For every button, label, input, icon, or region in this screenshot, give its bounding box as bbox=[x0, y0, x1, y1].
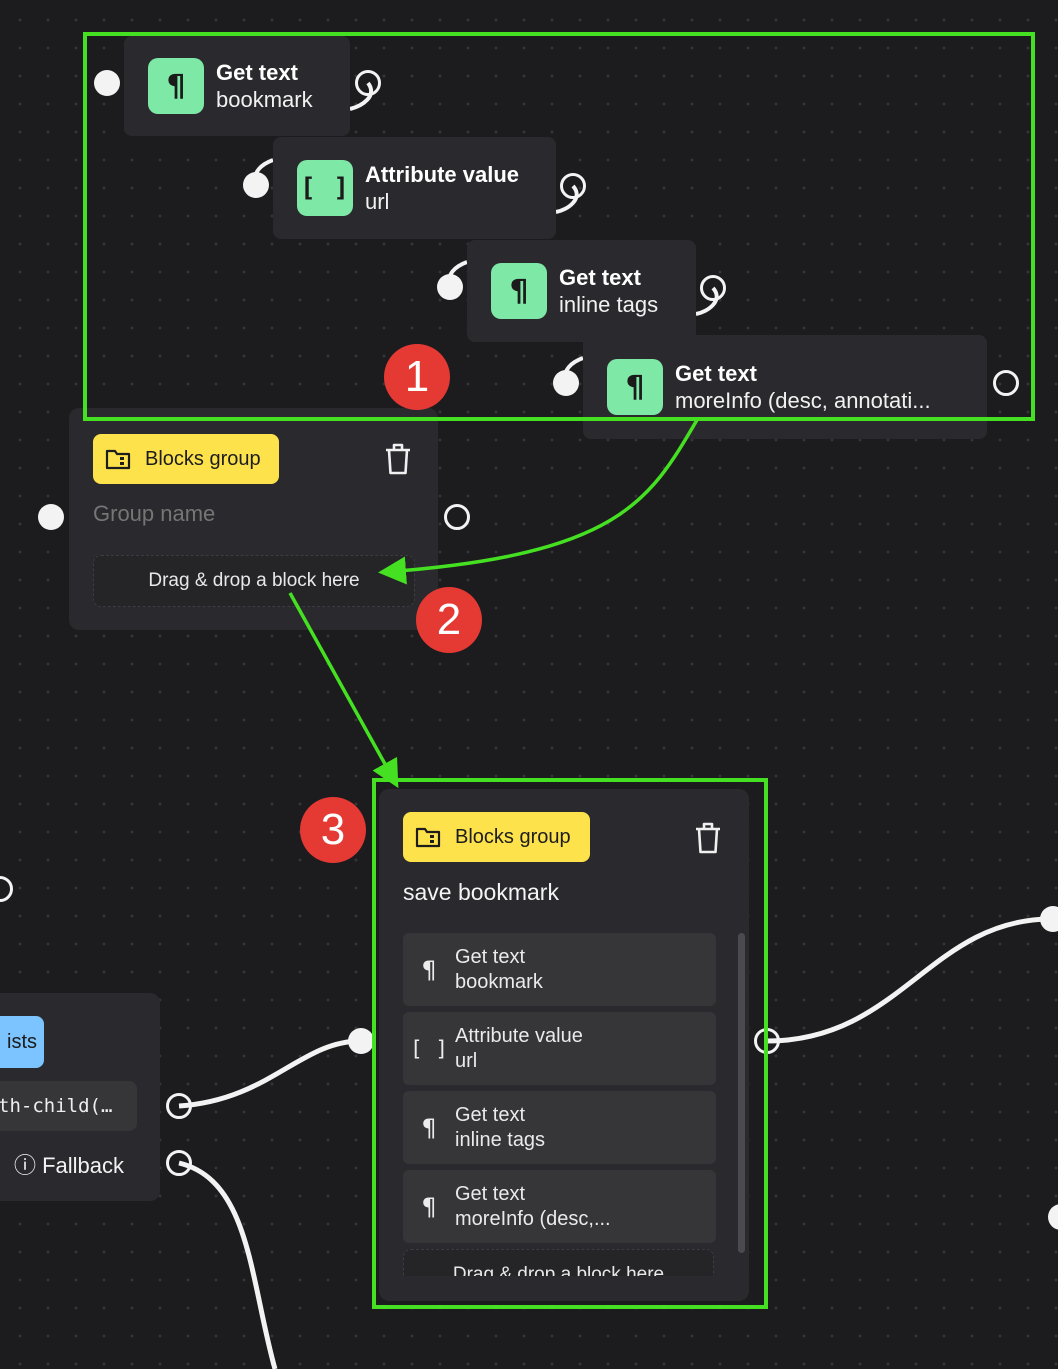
input-handle[interactable] bbox=[437, 274, 463, 300]
output-handle[interactable] bbox=[700, 275, 726, 301]
group-dropzone-clip: Drag & drop a block here bbox=[403, 1249, 716, 1276]
step-marker-2: 2 bbox=[416, 587, 482, 653]
item-subtitle: url bbox=[455, 1049, 478, 1072]
input-handle[interactable] bbox=[348, 1028, 374, 1054]
output-handle[interactable] bbox=[993, 370, 1019, 396]
group-item-attribute-value-url[interactable]: [ ] Attribute value url bbox=[403, 1012, 716, 1085]
node-subtitle: url bbox=[365, 189, 390, 214]
output-handle[interactable] bbox=[444, 504, 470, 530]
item-title: Attribute value bbox=[455, 1024, 583, 1047]
get-text-moreinfo-node[interactable]: ¶ Get text moreInfo (desc, annotati... bbox=[583, 335, 987, 439]
group-item-get-text-moreinfo[interactable]: ¶ Get text moreInfo (desc,... bbox=[403, 1170, 716, 1243]
output-handle[interactable] bbox=[166, 1093, 192, 1119]
pilcrow-icon: ¶ bbox=[421, 1113, 437, 1142]
fallback-handle[interactable] bbox=[166, 1150, 192, 1176]
node-subtitle: bookmark bbox=[216, 87, 313, 112]
input-handle[interactable] bbox=[553, 370, 579, 396]
node-title: Get text bbox=[559, 265, 641, 290]
pilcrow-icon: ¶ bbox=[421, 955, 437, 984]
wire-left-to-group[interactable] bbox=[178, 1038, 362, 1109]
wire-fallback-down[interactable] bbox=[178, 1160, 278, 1369]
wire-group-to-right[interactable] bbox=[766, 916, 1051, 1044]
blocks-group-badge: Blocks group bbox=[403, 812, 590, 862]
folder-icon bbox=[415, 827, 441, 848]
brackets-icon: [ ] bbox=[297, 160, 353, 216]
blocks-group-save-bookmark[interactable]: Blocks group save bookmark ¶ Get text boo… bbox=[379, 789, 749, 1301]
item-subtitle: inline tags bbox=[455, 1128, 546, 1151]
dropzone-label: Drag & drop a block here bbox=[452, 1264, 665, 1276]
attribute-value-url-node[interactable]: [ ] Attribute value url bbox=[273, 137, 556, 239]
folder-icon bbox=[105, 449, 131, 470]
blocks-group-empty[interactable]: Blocks group Drag & drop a block here bbox=[69, 408, 438, 630]
node-subtitle: moreInfo (desc, annotati... bbox=[675, 388, 931, 413]
item-subtitle: bookmark bbox=[455, 970, 543, 993]
input-handle[interactable] bbox=[243, 172, 269, 198]
group-item-get-text-bookmark[interactable]: ¶ Get text bookmark bbox=[403, 933, 716, 1006]
scrollbar[interactable] bbox=[738, 933, 745, 1253]
node-title: Attribute value bbox=[365, 162, 520, 187]
pilcrow-icon: ¶ bbox=[607, 359, 663, 415]
selector-text: th-child(… bbox=[0, 1095, 113, 1117]
selector-field[interactable]: th-child(… bbox=[0, 1081, 137, 1131]
dropzone-label: Drag & drop a block here bbox=[148, 570, 360, 591]
output-handle[interactable] bbox=[355, 70, 381, 96]
blocks-group-badge: Blocks group bbox=[93, 434, 279, 484]
node-title: Get text bbox=[675, 361, 757, 386]
brackets-icon: [ ] bbox=[410, 1036, 448, 1061]
fallback-label: ⓘ Fallback bbox=[14, 1153, 125, 1178]
step-marker-1: 1 bbox=[384, 344, 450, 410]
output-handle[interactable] bbox=[560, 173, 586, 199]
get-text-bookmark-node[interactable]: ¶ Get text bookmark bbox=[124, 36, 350, 136]
block-dropzone[interactable]: Drag & drop a block here bbox=[93, 555, 415, 607]
input-handle[interactable] bbox=[94, 70, 120, 96]
pilcrow-icon: ¶ bbox=[421, 1192, 437, 1221]
get-text-inline-tags-node[interactable]: ¶ Get text inline tags bbox=[467, 240, 696, 342]
pilcrow-icon: ¶ bbox=[491, 263, 547, 319]
input-handle[interactable] bbox=[38, 504, 64, 530]
output-handle[interactable] bbox=[754, 1028, 780, 1054]
node-title: Get text bbox=[216, 60, 298, 85]
group-name-input[interactable] bbox=[93, 496, 393, 532]
node-subtitle: inline tags bbox=[559, 292, 659, 317]
item-title: Get text bbox=[455, 1103, 526, 1126]
item-title: Get text bbox=[455, 945, 526, 968]
item-title: Get text bbox=[455, 1182, 526, 1205]
badge-label: Blocks group bbox=[145, 447, 261, 470]
item-subtitle: moreInfo (desc,... bbox=[455, 1207, 611, 1230]
block-dropzone[interactable]: Drag & drop a block here bbox=[403, 1249, 714, 1276]
step-marker-3: 3 bbox=[300, 797, 366, 863]
node-badge: ists bbox=[0, 1016, 44, 1068]
trash-icon[interactable] bbox=[693, 821, 723, 855]
trash-icon[interactable] bbox=[383, 442, 413, 476]
left-node-partial[interactable]: ists th-child(… ⓘ Fallback bbox=[0, 993, 160, 1201]
badge-label: Blocks group bbox=[455, 825, 571, 848]
group-item-get-text-inline-tags[interactable]: ¶ Get text inline tags bbox=[403, 1091, 716, 1164]
group-name[interactable]: save bookmark bbox=[403, 879, 559, 906]
pilcrow-icon: ¶ bbox=[148, 58, 204, 114]
